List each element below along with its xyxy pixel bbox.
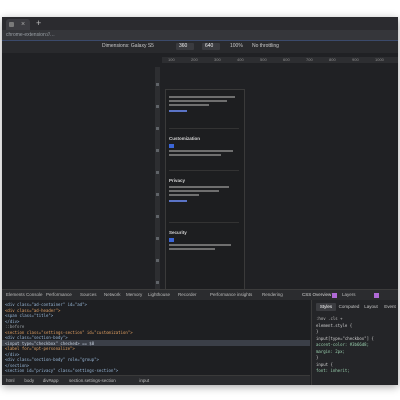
elements-tree[interactable]: <div class="ad-container" id="ad"> <div …	[2, 300, 310, 375]
section-privacy: Privacy	[169, 178, 239, 202]
zoom-select[interactable]: 100%	[230, 43, 243, 50]
width-value: 360	[179, 43, 188, 49]
dom-node-line[interactable]: <div class="ad-container" id="ad">	[5, 302, 87, 307]
section-title: Customization	[169, 136, 200, 141]
device-frame: Customization Privacy Security	[165, 89, 245, 297]
device-select[interactable]: Dimensions: Galaxy S5	[102, 43, 154, 50]
ruler-mark	[156, 193, 159, 196]
horizontal-ruler: 100 200 300 400 500 600 700 800 900 1000	[162, 57, 398, 63]
dom-node-line[interactable]: <label for="opt-personalize">	[5, 346, 75, 351]
ruler-tick: 400	[237, 57, 244, 62]
ruler-tick: 700	[306, 57, 313, 62]
favicon-icon	[9, 22, 14, 27]
style-rule-line[interactable]: margin: 2px;	[316, 349, 345, 354]
section-title: Security	[169, 230, 187, 235]
section-security: Security	[169, 230, 239, 252]
style-rule-line[interactable]: }	[316, 329, 318, 334]
dom-node-line[interactable]: <section id="privacy" class="settings-se…	[5, 368, 118, 373]
experiment-icon	[332, 293, 337, 298]
ruler-tick: 200	[191, 57, 198, 62]
panel-tab[interactable]: Performance insights	[210, 292, 252, 298]
address-bar[interactable]: chrome-extension://…	[2, 30, 398, 40]
ruler-tick: 500	[260, 57, 267, 62]
breadcrumb-item[interactable]: html	[6, 378, 15, 384]
panel-tab[interactable]: Console	[26, 292, 43, 298]
breadcrumb-item[interactable]: section.settings-section	[69, 378, 116, 384]
devtools-panel-tabs: Elements Console Performance Sources Network…	[2, 289, 398, 300]
panel-tab[interactable]: Elements	[6, 292, 25, 298]
style-rule-line[interactable]: input[type="checkbox"] {	[316, 336, 374, 341]
ruler-mark	[156, 127, 159, 130]
privacy-link[interactable]	[169, 200, 187, 202]
breadcrumb-item[interactable]: div#app	[43, 378, 59, 384]
panel-tab[interactable]: Network	[104, 292, 121, 298]
security-checkbox[interactable]	[169, 238, 174, 242]
styles-tab[interactable]: Layout	[362, 303, 380, 311]
style-rule-line[interactable]: input {	[316, 362, 333, 367]
panel-tab[interactable]: Performance	[46, 292, 72, 298]
section-title: Privacy	[169, 178, 186, 183]
throttle-select[interactable]: No throttling	[252, 43, 279, 50]
ruler-mark	[156, 171, 159, 174]
customization-checkbox[interactable]	[169, 144, 174, 148]
panel-tab[interactable]: Layers	[342, 292, 356, 298]
ruler-tick: 300	[214, 57, 221, 62]
dom-node-line[interactable]: </section>	[5, 363, 29, 368]
experiment-icon	[374, 293, 379, 298]
panel-tab[interactable]: Rendering	[262, 292, 283, 298]
ruler-tick: 600	[283, 57, 290, 62]
styles-tab[interactable]: Computed	[338, 303, 360, 311]
height-value: 640	[205, 43, 214, 49]
ad-block	[169, 94, 239, 112]
ruler-mark	[156, 215, 159, 218]
dom-node-line[interactable]: ::before	[5, 324, 24, 329]
dom-node-line[interactable]: <span class="title">	[5, 313, 53, 318]
ruler-mark	[156, 105, 159, 108]
styles-pane: StylesComputedLayoutEvent Listeners :hov …	[311, 300, 398, 385]
ruler-tick: 1000	[375, 57, 384, 62]
ruler-tick: 100	[168, 57, 175, 62]
browser-tab[interactable]: ×	[6, 19, 30, 30]
dom-node-line[interactable]: <div class="section-body">	[5, 335, 68, 340]
styles-tab[interactable]: Styles	[316, 303, 336, 311]
styles-tab[interactable]: Event Listeners	[382, 303, 398, 311]
panel-tab[interactable]: Recorder	[178, 292, 197, 298]
style-rule-line[interactable]: font: inherit;	[316, 368, 350, 373]
ruler-tick: 800	[329, 57, 336, 62]
tab-strip: × +	[2, 17, 398, 30]
section-customization: Customization	[169, 136, 239, 158]
device-viewport: 100 200 300 400 500 600 700 800 900 1000 Customiz…	[2, 53, 398, 297]
dom-node-line[interactable]: </div>	[5, 352, 19, 357]
breadcrumb-item[interactable]: input	[139, 378, 149, 384]
dom-node-line[interactable]: </div>	[5, 319, 19, 324]
ruler-tick: 900	[352, 57, 359, 62]
breadcrumb: html body div#app section.settings-section i…	[2, 375, 310, 385]
device-toolbar: Dimensions: Galaxy S5 360 640 100% No th…	[2, 41, 398, 53]
ruler-mark	[156, 281, 159, 284]
ruler-mark	[156, 83, 159, 86]
vertical-ruler	[155, 67, 160, 289]
style-rule-line[interactable]: :hov .cls +	[316, 316, 343, 321]
panel-tab[interactable]: Lighthouse	[148, 292, 170, 298]
close-tab-icon[interactable]: ×	[21, 19, 25, 30]
breadcrumb-item[interactable]: body	[24, 378, 34, 384]
panel-tab[interactable]: CSS Overview	[302, 292, 331, 298]
ruler-mark	[156, 149, 159, 152]
dom-node-line[interactable]: <div class="section-body" role="group">	[5, 357, 99, 362]
style-rule-line[interactable]: }	[316, 355, 318, 360]
learn-more-link[interactable]	[169, 110, 187, 112]
style-rule-line[interactable]: accent-color: #3b66d8;	[316, 342, 369, 347]
ruler-mark	[156, 237, 159, 240]
browser-window: × + chrome-extension://… Dimensions: Gal…	[2, 17, 398, 385]
panel-tab[interactable]: Sources	[80, 292, 97, 298]
style-rule-line[interactable]: element.style {	[316, 323, 352, 328]
dom-node-line[interactable]: <section class="settings-section" id="cu…	[5, 330, 133, 335]
url-text: chrome-extension://…	[6, 32, 55, 38]
ruler-mark	[156, 259, 159, 262]
panel-tab[interactable]: Memory	[126, 292, 142, 298]
dom-node-line[interactable]: <div class="ad-header">	[5, 308, 60, 313]
dom-node-line[interactable]: <input type="checkbox" checked> == $0	[5, 341, 94, 346]
new-tab-button[interactable]: +	[36, 18, 41, 29]
